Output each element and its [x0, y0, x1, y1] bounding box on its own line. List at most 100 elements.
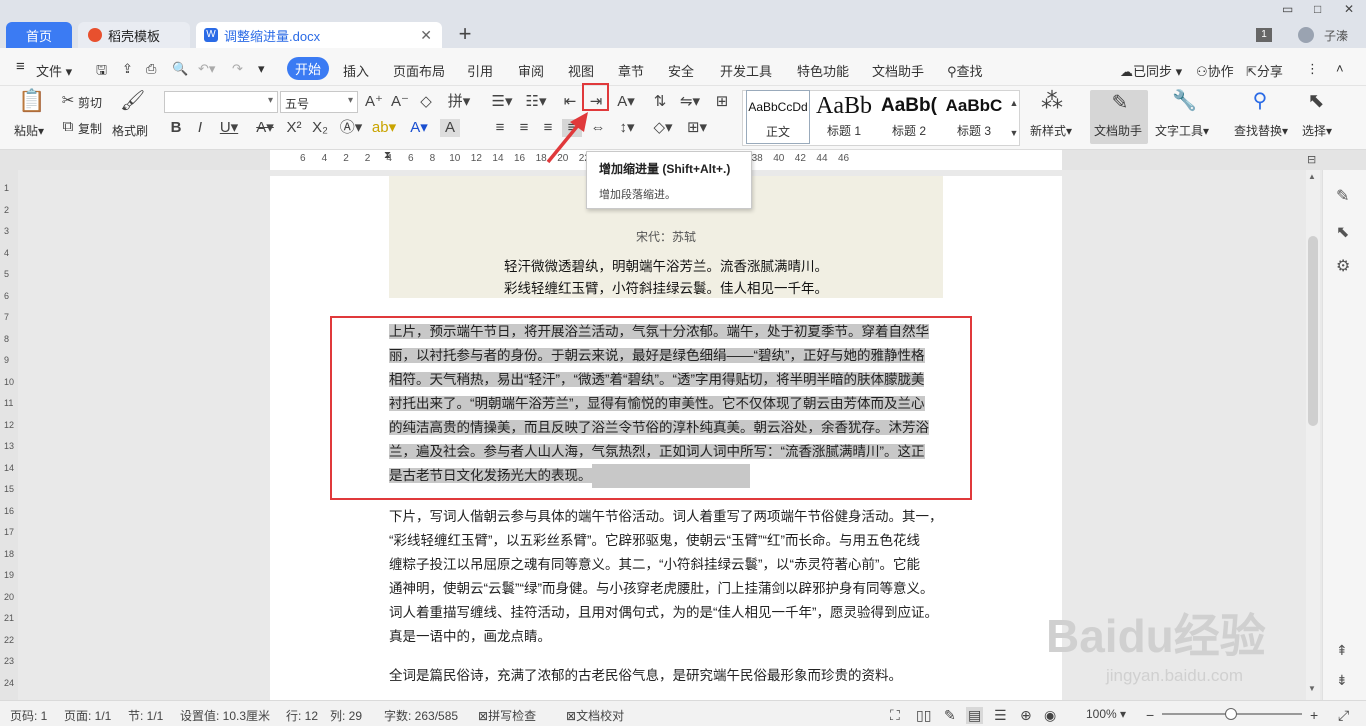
sort-icon[interactable]: ⇅ — [650, 93, 670, 111]
line-spacing-icon[interactable]: ↕▾ — [614, 119, 640, 137]
shrink-font-icon[interactable]: A⁻ — [390, 93, 410, 111]
tab-features[interactable]: 特色功能 — [797, 61, 849, 80]
paragraph-marks-icon[interactable]: ⇋▾ — [678, 93, 702, 111]
tab-template[interactable]: 稻壳模板 — [78, 22, 190, 48]
menu-file[interactable]: 文件 ▾ — [36, 61, 72, 80]
grow-font-icon[interactable]: A⁺ — [364, 93, 384, 111]
search-command[interactable]: ⚲查找 — [947, 61, 983, 80]
tab-home[interactable]: 首页 — [6, 22, 72, 48]
collaborate-button[interactable]: ⚇协作 — [1196, 61, 1234, 80]
align-center-icon[interactable]: ≡ — [514, 119, 534, 137]
find-replace-button[interactable]: 查找替换▾ — [1234, 122, 1288, 139]
tab-reference[interactable]: 引用 — [467, 61, 493, 80]
restore-down-icon[interactable]: ▭ — [1282, 2, 1293, 16]
style-scroll-down-icon[interactable]: ▼ — [1008, 124, 1020, 142]
print-icon[interactable]: ⎙ — [146, 61, 156, 77]
fullscreen-icon[interactable]: ⛶ — [890, 707, 900, 724]
subscript-icon[interactable]: X₂ — [310, 119, 330, 137]
page-up-icon[interactable]: ⇞ — [1336, 642, 1348, 659]
tab-developer[interactable]: 开发工具 — [720, 61, 772, 80]
style-heading1[interactable]: AaBb 标题 1 — [814, 90, 874, 144]
tab-insert[interactable]: 插入 — [343, 61, 369, 80]
underline-icon[interactable]: U▾ — [216, 119, 242, 137]
borders-icon[interactable]: ⊞▾ — [684, 119, 710, 137]
italic-icon[interactable]: I — [190, 119, 210, 137]
scissors-icon[interactable]: ✂ — [58, 92, 78, 110]
save-icon[interactable]: 🖫 — [96, 61, 107, 83]
zoom-in-icon[interactable]: + — [1310, 707, 1318, 723]
clear-format-icon[interactable]: ◇ — [416, 93, 436, 111]
outline-view-icon[interactable]: ☰ — [994, 707, 1007, 724]
highlight-icon[interactable]: ab▾ — [370, 119, 398, 137]
close-window-icon[interactable]: ✕ — [1344, 2, 1354, 16]
status-column[interactable]: 列: 29 — [330, 707, 362, 724]
collapse-ribbon-icon[interactable]: ˄ — [1336, 61, 1344, 76]
wrench-icon[interactable]: 🔧 — [1172, 91, 1197, 111]
pen-icon[interactable]: ✎ — [1336, 186, 1349, 206]
pinyin-guide-icon[interactable]: 拼▾ — [446, 93, 472, 111]
status-setting[interactable]: 设置值: 10.3厘米 — [180, 707, 270, 724]
print-preview-icon[interactable]: 🔍 — [172, 61, 188, 77]
style-scroll-up-icon[interactable]: ▲ — [1008, 94, 1020, 112]
table-grid-icon[interactable]: ⊞ — [712, 93, 732, 111]
status-word-count[interactable]: 字数: 263/585 — [384, 707, 458, 724]
strikethrough-icon[interactable]: A▾ — [252, 119, 278, 137]
select-cursor-icon[interactable]: ⬉ — [1306, 91, 1326, 111]
tab-review[interactable]: 审阅 — [518, 61, 544, 80]
tab-view[interactable]: 视图 — [568, 61, 594, 80]
page-down-icon[interactable]: ⇟ — [1336, 672, 1348, 689]
scroll-up-icon[interactable]: ▲ — [1308, 172, 1316, 181]
paste-icon[interactable]: 📋 — [18, 90, 45, 112]
web-view-icon[interactable]: ⊕ — [1020, 707, 1032, 724]
text-tools-button[interactable]: 文字工具▾ — [1155, 122, 1209, 139]
status-page[interactable]: 页面: 1/1 — [64, 707, 111, 724]
eye-protection-icon[interactable]: ◉ — [1044, 707, 1056, 724]
select-arrow-icon[interactable]: ⬉ — [1336, 222, 1349, 242]
find-replace-icon[interactable]: ⚲ — [1250, 91, 1270, 111]
copy-button[interactable]: 复制 — [78, 120, 102, 137]
font-name-select[interactable] — [164, 91, 278, 113]
superscript-icon[interactable]: X² — [284, 119, 304, 137]
font-color-icon[interactable]: A▾ — [406, 119, 432, 137]
sync-status[interactable]: ☁已同步 ▾ — [1120, 61, 1182, 80]
fit-page-icon[interactable]: ⤢ — [1338, 707, 1349, 724]
bold-icon[interactable]: B — [166, 119, 186, 137]
reading-mode-icon[interactable]: ▯▯ — [916, 707, 931, 724]
quick-access-more-icon[interactable]: ▾ — [258, 61, 265, 77]
hamburger-icon[interactable]: ≡ — [16, 58, 25, 75]
page-view-icon[interactable]: ▤ — [966, 707, 984, 724]
ruler-toggle-icon[interactable]: ⊟ — [1307, 153, 1316, 166]
shading-icon[interactable]: ◇▾ — [650, 119, 676, 137]
user-name[interactable]: 子溱 — [1324, 27, 1348, 44]
status-row[interactable]: 行: 12 — [286, 707, 318, 724]
style-heading2[interactable]: AaBb( 标题 2 — [878, 90, 940, 144]
tab-security[interactable]: 安全 — [668, 61, 694, 80]
format-painter-icon[interactable]: 🖌 — [120, 91, 145, 111]
font-size-select[interactable]: 五号 — [280, 91, 358, 113]
copy-icon[interactable]: ⧉ — [58, 118, 78, 136]
tab-start[interactable]: 开始 — [287, 57, 330, 80]
window-count-badge[interactable]: 1 — [1256, 28, 1272, 42]
scrollbar-thumb[interactable] — [1308, 236, 1318, 426]
new-style-icon[interactable]: ⁂ — [1040, 90, 1064, 112]
paste-button[interactable]: 粘贴▾ — [14, 122, 44, 139]
new-style-button[interactable]: 新样式▾ — [1030, 122, 1072, 139]
write-mode-icon[interactable]: ✎ — [944, 707, 956, 724]
zoom-slider-handle[interactable] — [1225, 708, 1237, 720]
chinese-layout-icon[interactable]: A▾ — [614, 93, 638, 111]
spell-check-button[interactable]: ⊠拼写检查 — [478, 707, 536, 724]
zoom-level[interactable]: 100% ▾ — [1086, 707, 1126, 721]
undo-icon[interactable]: ↶▾ — [198, 61, 215, 77]
share-button[interactable]: ⇱分享 — [1246, 61, 1283, 80]
avatar[interactable] — [1298, 27, 1314, 43]
doc-proof-button[interactable]: ⊠文档校对 — [566, 707, 624, 724]
style-heading3[interactable]: AaBbC 标题 3 — [942, 90, 1006, 144]
indent-marker-icon[interactable]: ⧗ — [384, 150, 391, 161]
redo-icon[interactable]: ↷ — [232, 61, 243, 77]
new-tab-button[interactable]: + — [452, 22, 478, 48]
format-painter-button[interactable]: 格式刷 — [112, 122, 148, 139]
paragraph[interactable]: 全词是篇民俗诗，充满了浓郁的古老民俗气息，是研究端午民俗最形象而珍贵的资料。 — [389, 664, 945, 688]
tab-doc-assistant[interactable]: 文档助手 — [872, 61, 924, 80]
close-tab-icon[interactable]: ✕ — [420, 27, 432, 44]
char-shading-icon[interactable]: A — [440, 119, 460, 137]
